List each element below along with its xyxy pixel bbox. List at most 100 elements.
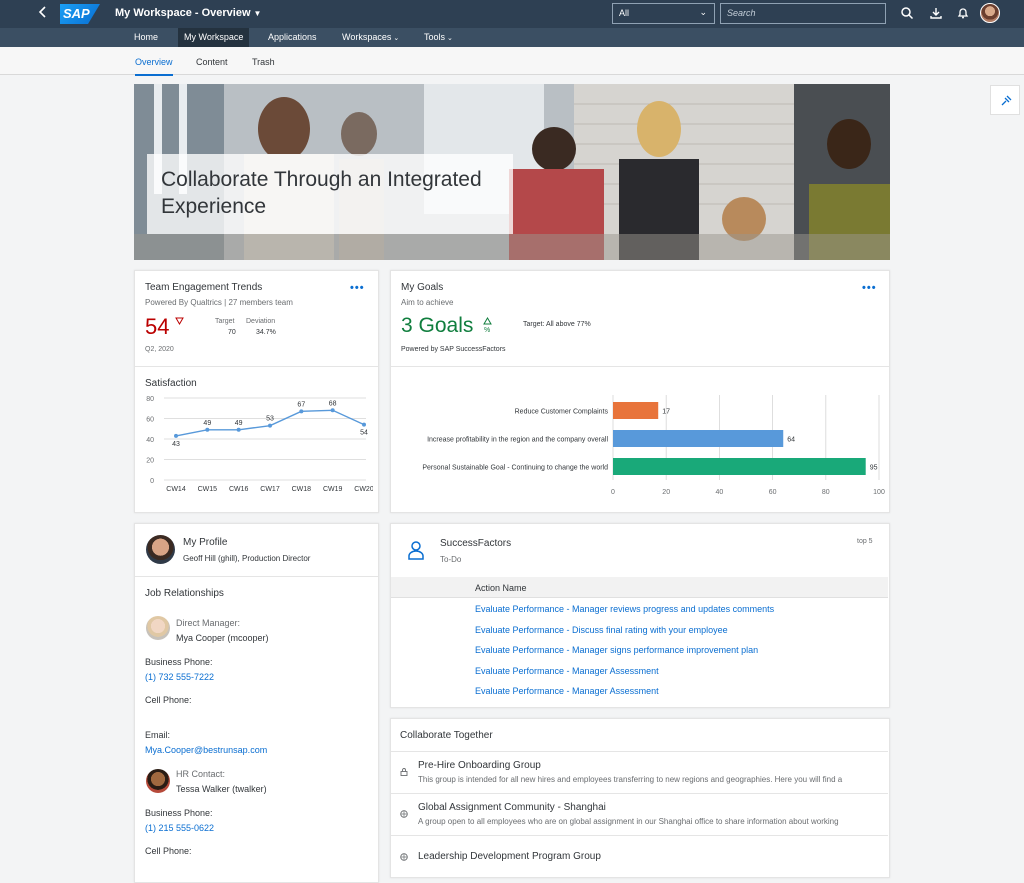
more-icon[interactable]: ••• (350, 282, 365, 294)
manager-email-link[interactable]: Mya.Cooper@bestrunsap.com (145, 745, 267, 755)
category-label: Reduce Customer Complaints (515, 409, 609, 416)
more-icon[interactable]: ••• (862, 282, 877, 294)
deviation-value: 34.7% (256, 329, 276, 336)
successfactors-todo-card[interactable] (390, 523, 890, 708)
data-label: 54 (360, 430, 368, 437)
group-name[interactable]: Leadership Development Program Group (418, 851, 601, 862)
hr-contact-name[interactable]: Tessa Walker (twalker) (176, 784, 267, 794)
tab-trash[interactable]: Trash (252, 57, 275, 67)
user-avatar[interactable] (980, 3, 1000, 23)
todo-subtitle: To-Do (440, 555, 462, 564)
profile-title: My Profile (183, 537, 228, 548)
tab-overview[interactable]: Overview (135, 57, 173, 76)
deviation-label: Deviation (246, 318, 276, 325)
x-tick-label: 60 (769, 489, 777, 496)
direct-manager-name[interactable]: Mya Cooper (mcooper) (176, 633, 269, 643)
todo-title: SuccessFactors (440, 538, 512, 549)
business-phone-label: Business Phone: (145, 808, 213, 818)
data-label: 17 (662, 409, 670, 416)
hr-avatar[interactable] (146, 769, 170, 793)
collaborate-title: Collaborate Together (400, 730, 493, 741)
goals-target: Target: All above 77% (523, 321, 591, 328)
globe-icon (400, 810, 408, 818)
todo-row-link[interactable]: Evaluate Performance - Manager reviews p… (475, 604, 774, 614)
chevron-down-icon: ⌄ (393, 35, 400, 42)
manager-phone-link[interactable]: (1) 732 555-7222 (145, 672, 214, 682)
data-label: 49 (203, 420, 211, 427)
data-point (174, 433, 178, 438)
goals-subtitle: Aim to achieve (401, 298, 454, 307)
search-scope-select[interactable]: All ⌄ (612, 3, 715, 24)
engagement-title: Team Engagement Trends (145, 282, 263, 293)
group-description: This group is intended for all new hires… (418, 775, 843, 784)
manager-avatar[interactable] (146, 616, 170, 640)
back-icon[interactable] (36, 5, 50, 22)
direct-manager-label: Direct Manager: (176, 618, 241, 628)
person-icon (408, 541, 424, 560)
data-point (236, 427, 241, 432)
nav-my-workspace[interactable]: My Workspace (178, 28, 250, 47)
nav-workspaces[interactable]: Workspaces ⌄ (336, 28, 405, 47)
globe-icon (400, 853, 408, 861)
goals-kpi-unit: % (484, 327, 491, 334)
nav-applications[interactable]: Applications (262, 28, 323, 47)
divider (135, 366, 378, 367)
x-tick-label: 20 (662, 489, 670, 496)
tab-content[interactable]: Content (196, 57, 228, 67)
category-label: Personal Sustainable Goal - Continuing t… (422, 465, 608, 472)
data-point (205, 427, 210, 432)
engagement-subtitle: Powered By Qualtrics | 27 members team (145, 298, 293, 307)
todo-row-link[interactable]: Evaluate Performance - Manager Assessmen… (475, 666, 659, 676)
profile-subtitle: Geoff Hill (ghill), Production Director (183, 554, 311, 563)
search-icon[interactable] (900, 6, 914, 20)
x-tick-label: 40 (716, 489, 724, 496)
group-item[interactable]: Leadership Development Program Group (391, 835, 888, 877)
job-relationships-title: Job Relationships (145, 588, 224, 599)
shell-bar: SAP My Workspace - Overview ▼ All ⌄ Search (0, 0, 1024, 28)
group-name[interactable]: Pre-Hire Onboarding Group (418, 760, 541, 771)
data-point (299, 409, 304, 414)
data-label: 43 (172, 441, 180, 448)
y-tick-label: 60 (146, 417, 154, 424)
nav-tools[interactable]: Tools ⌄ (418, 28, 459, 47)
todo-row-link[interactable]: Evaluate Performance - Manager Assessmen… (475, 686, 659, 696)
hr-phone-link[interactable]: (1) 215 555-0622 (145, 823, 214, 833)
notification-icon[interactable] (956, 6, 970, 20)
group-item[interactable]: Global Assignment Community - Shanghai A… (391, 793, 888, 834)
hero-title: Collaborate Through an Integrated Experi… (161, 168, 482, 218)
trend-down-icon (175, 317, 184, 325)
top-navigation: Home My Workspace Applications Workspace… (0, 28, 1024, 47)
x-tick-label: CW14 (166, 486, 186, 493)
divider (391, 366, 889, 367)
sap-logo[interactable]: SAP (60, 4, 100, 24)
target-label: Target (215, 318, 235, 325)
top-badge: top 5 (857, 538, 873, 545)
group-name[interactable]: Global Assignment Community - Shanghai (418, 802, 606, 813)
profile-avatar[interactable] (146, 535, 175, 564)
pin-icon (1001, 95, 1012, 106)
group-item[interactable]: Pre-Hire Onboarding Group This group is … (391, 751, 888, 792)
column-action-name[interactable]: Action Name (475, 583, 527, 593)
goals-title: My Goals (401, 282, 444, 293)
business-phone-label: Business Phone: (145, 657, 213, 667)
customize-button[interactable] (990, 85, 1020, 115)
lock-icon (400, 768, 408, 776)
x-tick-label: CW18 (292, 486, 312, 493)
y-tick-label: 40 (146, 437, 154, 444)
page-tabs: Overview Content Trash (0, 47, 1024, 76)
category-label: Increase profitability in the region and… (427, 437, 608, 444)
engagement-kpi: 54 (145, 314, 170, 339)
bar (613, 458, 866, 475)
download-icon[interactable] (929, 6, 943, 20)
chevron-down-icon: ⌄ (447, 35, 453, 42)
y-tick-label: 20 (146, 458, 154, 465)
y-tick-label: 0 (150, 478, 154, 485)
bar (613, 402, 659, 419)
todo-row-link[interactable]: Evaluate Performance - Manager signs per… (475, 645, 758, 655)
search-input[interactable]: Search (720, 3, 886, 24)
workspace-title[interactable]: My Workspace - Overview ▼ (115, 7, 261, 19)
nav-home[interactable]: Home (128, 28, 164, 47)
todo-row-link[interactable]: Evaluate Performance - Discuss final rat… (475, 625, 728, 635)
y-tick-label: 80 (146, 396, 154, 403)
data-label: 49 (235, 420, 243, 427)
